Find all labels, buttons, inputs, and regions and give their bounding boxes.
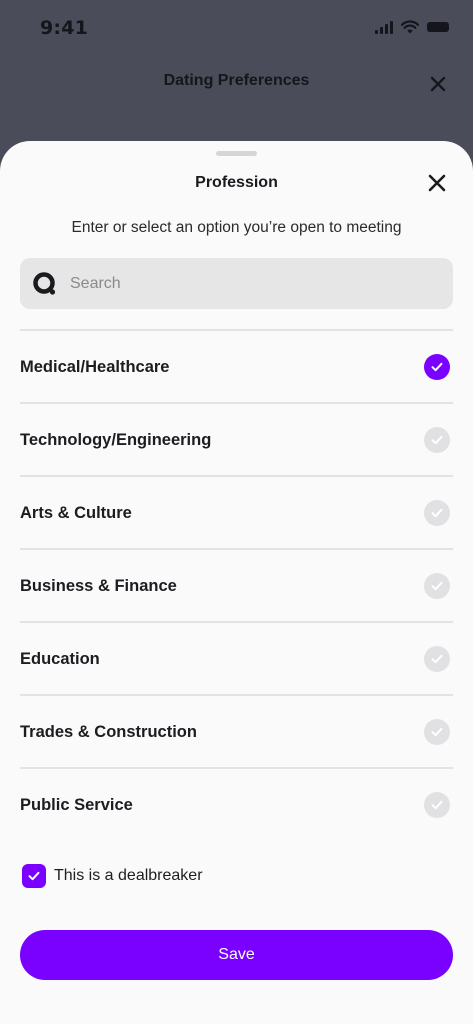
status-icons (375, 20, 449, 34)
checkmark-unselected-icon[interactable] (424, 573, 450, 599)
checkmark-unselected-icon[interactable] (424, 719, 450, 745)
option-row-medical-healthcare[interactable]: Medical/Healthcare (20, 329, 453, 402)
option-label: Arts & Culture (20, 504, 132, 522)
option-label: Public Service (20, 796, 133, 814)
option-row-technology-engineering[interactable]: Technology/Engineering (20, 402, 453, 475)
close-button[interactable] (426, 172, 448, 194)
checkbox-checked-icon[interactable] (22, 864, 46, 888)
search-input[interactable] (70, 258, 440, 309)
background-page-title: Dating Preferences (163, 72, 310, 89)
profession-option-list: Medical/Healthcare Technology/Engineerin… (20, 329, 453, 840)
sheet-title: Profession (195, 174, 278, 191)
sheet-subtitle: Enter or select an option you’re open to… (71, 219, 402, 236)
option-row-public-service[interactable]: Public Service (20, 767, 453, 840)
status-time: 9:41 (40, 17, 89, 39)
save-button[interactable]: Save (20, 930, 453, 980)
option-row-education[interactable]: Education (20, 621, 453, 694)
option-row-trades-construction[interactable]: Trades & Construction (20, 694, 453, 767)
option-label: Trades & Construction (20, 723, 197, 741)
option-label: Medical/Healthcare (20, 358, 170, 376)
battery-icon (427, 22, 449, 32)
option-label: Business & Finance (20, 577, 177, 595)
option-row-arts-culture[interactable]: Arts & Culture (20, 475, 453, 548)
checkmark-unselected-icon[interactable] (424, 646, 450, 672)
status-bar: 9:41 (0, 0, 473, 56)
search-box[interactable] (20, 258, 453, 309)
checkmark-unselected-icon[interactable] (424, 792, 450, 818)
checkmark-unselected-icon[interactable] (424, 427, 450, 453)
option-label: Technology/Engineering (20, 431, 212, 449)
option-row-business-finance[interactable]: Business & Finance (20, 548, 453, 621)
wifi-icon (401, 20, 419, 34)
profession-sheet: Profession Enter or select an option you… (0, 141, 473, 1024)
option-label: Education (20, 650, 100, 668)
background-close-icon (430, 76, 446, 92)
sheet-grabber[interactable] (216, 151, 257, 156)
dealbreaker-checkbox[interactable]: This is a dealbreaker (22, 863, 203, 889)
cellular-signal-icon (375, 20, 393, 34)
search-icon (33, 272, 56, 295)
dealbreaker-label: This is a dealbreaker (54, 867, 203, 884)
close-icon (428, 174, 446, 192)
checkmark-unselected-icon[interactable] (424, 500, 450, 526)
checkmark-selected-icon[interactable] (424, 354, 450, 380)
